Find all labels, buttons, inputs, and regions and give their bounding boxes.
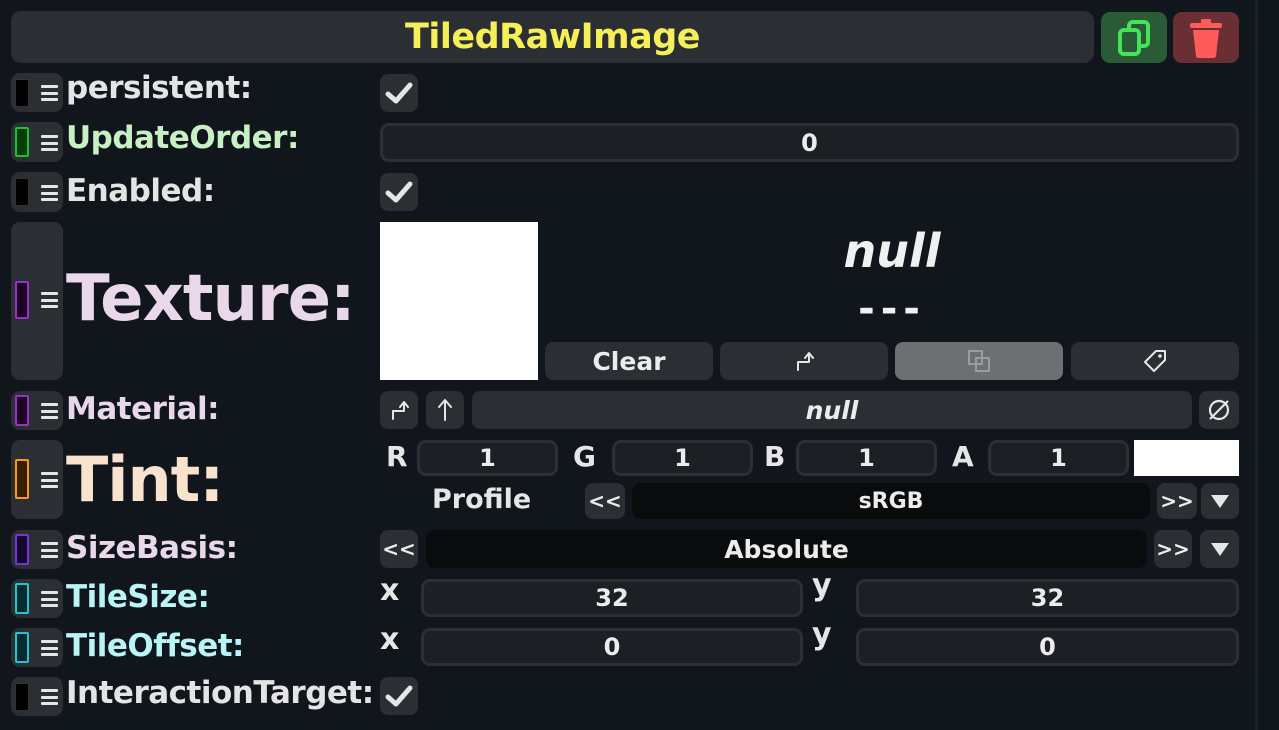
drag-grip-icon (41, 135, 58, 151)
profile-dropdown-button[interactable] (1201, 483, 1239, 519)
checkmark-icon (385, 82, 413, 104)
field-color-swatch (15, 583, 29, 614)
tint-g-label: G (573, 440, 596, 473)
material-parent-button[interactable] (426, 391, 464, 429)
arrow-up-icon (438, 399, 452, 421)
tint-profile-label: Profile (432, 484, 532, 515)
tag-icon (1144, 350, 1166, 372)
update-order-input[interactable]: 0 (380, 123, 1239, 162)
field-color-swatch (15, 178, 29, 206)
scrollbar-track[interactable] (1255, 0, 1258, 730)
drag-grip-icon (41, 689, 58, 705)
duplicate-button[interactable] (1101, 12, 1167, 63)
drag-handle-tile-offset[interactable] (11, 628, 63, 667)
field-color-swatch (15, 127, 29, 157)
copy-icon (968, 350, 990, 372)
texture-info: --- (858, 286, 926, 332)
field-color-swatch (15, 459, 29, 499)
field-label-update-order: UpdateOrder: (66, 120, 299, 156)
drag-handle-tint[interactable] (11, 440, 63, 519)
field-label-enabled: Enabled: (66, 173, 215, 209)
drag-grip-icon (41, 85, 58, 101)
drag-grip-icon (41, 640, 58, 656)
drag-handle-tile-size[interactable] (11, 579, 63, 618)
jump-to-icon (392, 401, 409, 420)
field-label-tile-offset: TileOffset: (66, 628, 244, 664)
field-color-swatch (15, 281, 29, 319)
drag-grip-icon (41, 472, 58, 488)
profile-next-button[interactable]: >> (1157, 483, 1197, 519)
tint-r-input[interactable]: 1 (417, 440, 558, 476)
tint-r-label: R (386, 440, 408, 473)
component-title: TiledRawImage (405, 17, 700, 57)
checkmark-icon (385, 685, 413, 707)
material-clear-button[interactable] (1199, 391, 1239, 429)
texture-copy-button[interactable] (895, 342, 1063, 380)
tint-a-label: A (952, 440, 974, 473)
profile-select[interactable]: sRGB (632, 483, 1150, 519)
interaction-target-checkbox[interactable] (380, 677, 418, 715)
size-basis-dropdown-button[interactable] (1200, 530, 1239, 568)
tint-color-preview[interactable] (1134, 440, 1239, 476)
field-label-persistent: persistent: (66, 70, 252, 106)
field-label-interaction-target: InteractionTarget: (66, 675, 374, 711)
texture-preview[interactable] (380, 222, 538, 380)
drag-handle-enabled[interactable] (11, 172, 63, 212)
material-reference-field[interactable]: null (472, 391, 1192, 429)
drag-handle-update-order[interactable] (11, 122, 63, 162)
null-set-icon (1208, 399, 1230, 421)
texture-jump-button[interactable] (720, 342, 888, 380)
drag-grip-icon (41, 185, 58, 201)
field-color-swatch (15, 534, 29, 565)
drag-handle-persistent[interactable] (11, 73, 63, 112)
drag-grip-icon (41, 292, 58, 308)
field-label-tile-size: TileSize: (66, 579, 210, 615)
tile-size-y-label: y (812, 568, 832, 603)
drag-grip-icon (41, 591, 58, 607)
size-basis-prev-button[interactable]: << (380, 530, 418, 568)
tile-offset-y-label: y (812, 617, 832, 652)
texture-clear-button[interactable]: Clear (545, 342, 713, 380)
tile-offset-x-input[interactable]: 0 (421, 628, 803, 666)
dropdown-triangle-icon (1211, 495, 1229, 508)
duplicate-icon (1118, 19, 1150, 56)
field-color-swatch (15, 79, 29, 107)
drag-handle-material[interactable] (11, 391, 63, 430)
texture-tag-button[interactable] (1071, 342, 1239, 380)
enabled-checkbox[interactable] (380, 173, 418, 211)
tile-offset-y-input[interactable]: 0 (856, 628, 1239, 666)
field-label-tint: Tint: (66, 443, 224, 516)
field-label-material: Material: (66, 391, 219, 427)
delete-button[interactable] (1173, 12, 1239, 63)
tile-size-y-input[interactable]: 32 (856, 579, 1239, 617)
profile-prev-button[interactable]: << (585, 483, 625, 519)
tile-size-x-input[interactable]: 32 (421, 579, 803, 617)
size-basis-select[interactable]: Absolute (426, 530, 1147, 568)
checkmark-icon (385, 181, 413, 203)
jump-to-icon (797, 352, 814, 371)
field-color-swatch (15, 395, 29, 426)
field-label-size-basis: SizeBasis: (66, 530, 238, 566)
tint-b-input[interactable]: 1 (796, 440, 937, 476)
drag-grip-icon (41, 542, 58, 558)
drag-handle-texture[interactable] (11, 222, 63, 380)
trash-icon (1190, 18, 1222, 58)
tint-g-input[interactable]: 1 (612, 440, 753, 476)
field-color-swatch (15, 683, 29, 711)
field-color-swatch (15, 632, 29, 663)
drag-handle-size-basis[interactable] (11, 530, 63, 569)
tint-b-label: B (764, 440, 786, 473)
component-header: TiledRawImage (11, 11, 1094, 63)
tint-a-input[interactable]: 1 (988, 440, 1129, 476)
tile-size-x-label: x (380, 573, 400, 608)
size-basis-next-button[interactable]: >> (1154, 530, 1192, 568)
dropdown-triangle-icon (1210, 543, 1229, 556)
material-jump-button[interactable] (380, 391, 418, 429)
persistent-checkbox[interactable] (380, 74, 418, 112)
field-label-texture: Texture: (66, 262, 356, 336)
drag-grip-icon (41, 403, 58, 419)
tile-offset-x-label: x (380, 622, 400, 657)
drag-handle-interaction-target[interactable] (11, 677, 63, 716)
texture-name: null (843, 224, 941, 278)
